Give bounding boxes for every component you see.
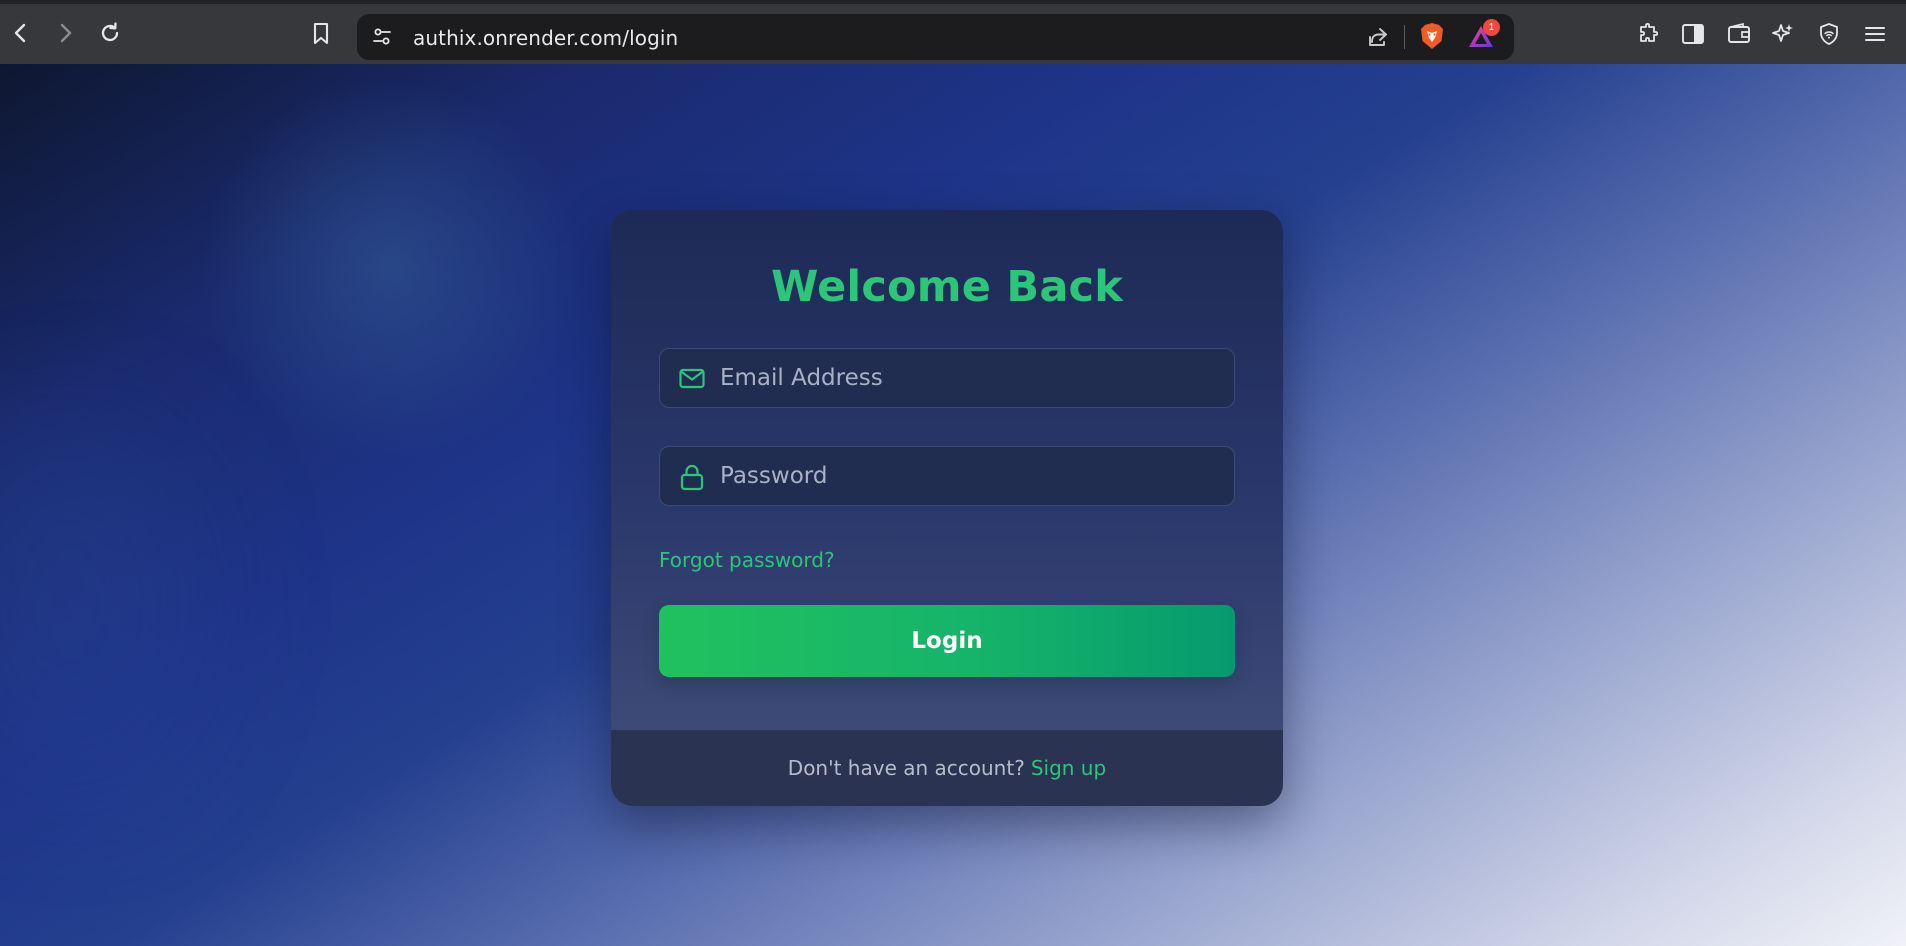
page-viewport: Welcome Back Forgot password? Login Don't … bbox=[0, 64, 1906, 946]
background-glow bbox=[0, 424, 200, 784]
share-icon[interactable] bbox=[1363, 22, 1393, 52]
signup-link[interactable]: Sign up bbox=[1031, 756, 1106, 780]
mail-icon bbox=[678, 365, 706, 393]
back-icon[interactable] bbox=[6, 18, 36, 48]
email-field[interactable] bbox=[659, 348, 1235, 408]
bookmark-icon[interactable] bbox=[306, 19, 336, 49]
login-card: Welcome Back Forgot password? Login Don't … bbox=[611, 210, 1283, 806]
lock-icon bbox=[678, 463, 706, 491]
card-footer: Don't have an account? Sign up bbox=[611, 730, 1283, 806]
notification-badge: 1 bbox=[1483, 19, 1500, 36]
address-bar[interactable]: authix.onrender.com/login 1 bbox=[357, 14, 1514, 60]
url-text[interactable]: authix.onrender.com/login bbox=[413, 26, 678, 50]
reload-icon[interactable] bbox=[95, 18, 125, 48]
brave-shields-icon[interactable] bbox=[1417, 21, 1447, 51]
password-input[interactable] bbox=[720, 447, 1220, 505]
site-settings-icon[interactable] bbox=[367, 22, 397, 52]
email-input[interactable] bbox=[720, 349, 1220, 407]
browser-toolbar: authix.onrender.com/login 1 bbox=[0, 0, 1906, 64]
brave-rewards-icon[interactable]: 1 bbox=[1466, 19, 1500, 52]
vpn-shield-icon[interactable] bbox=[1814, 19, 1844, 49]
sidebar-toggle-icon[interactable] bbox=[1678, 19, 1708, 49]
password-field[interactable] bbox=[659, 446, 1235, 506]
menu-icon[interactable] bbox=[1860, 19, 1890, 49]
footer-text: Don't have an account? bbox=[787, 756, 1025, 780]
wallet-icon[interactable] bbox=[1724, 19, 1754, 49]
forgot-password-link[interactable]: Forgot password? bbox=[659, 548, 835, 572]
login-button[interactable]: Login bbox=[659, 605, 1235, 677]
forward-icon[interactable] bbox=[50, 18, 80, 48]
leo-ai-icon[interactable] bbox=[1768, 19, 1798, 49]
extensions-icon[interactable] bbox=[1634, 19, 1664, 49]
page-title: Welcome Back bbox=[770, 262, 1124, 312]
url-separator bbox=[1404, 25, 1405, 49]
